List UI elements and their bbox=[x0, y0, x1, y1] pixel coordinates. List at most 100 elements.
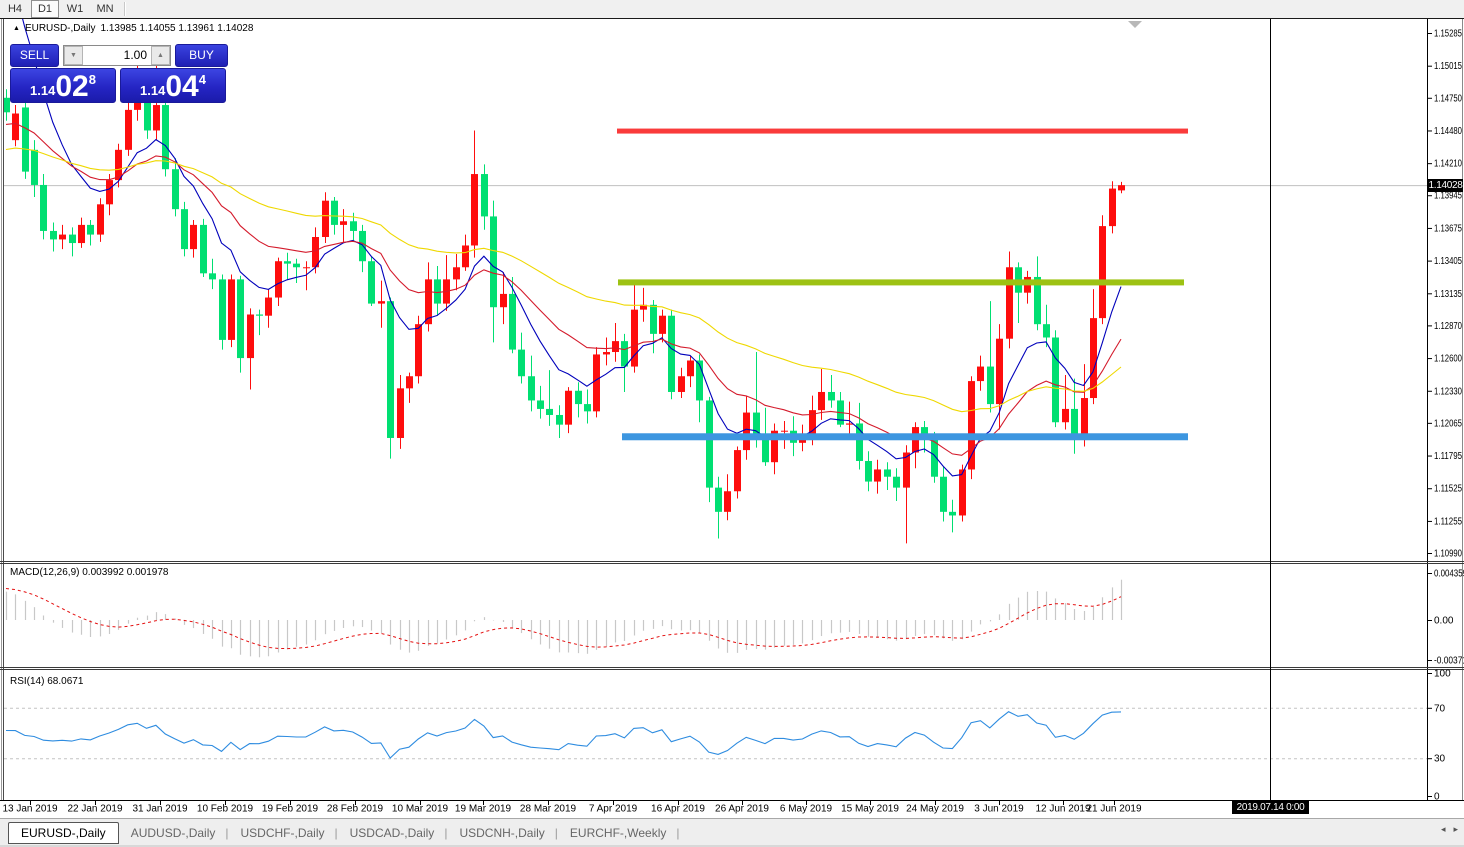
chart-tab-bar: EURUSD-,Daily AUDUSD-,Daily | USDCHF-,Da… bbox=[0, 818, 1464, 846]
svg-text:12 Jun 2019: 12 Jun 2019 bbox=[1035, 804, 1090, 815]
candle-body bbox=[528, 376, 535, 400]
candle-body bbox=[397, 388, 404, 438]
tab-separator: | bbox=[335, 826, 338, 840]
candle-body bbox=[172, 169, 179, 209]
buy-button[interactable]: BUY bbox=[175, 44, 228, 67]
candle-body bbox=[153, 105, 160, 130]
svg-text:3 Jun 2019: 3 Jun 2019 bbox=[974, 804, 1024, 815]
tab-usdchf-daily[interactable]: USDCHF-,Daily bbox=[231, 823, 335, 843]
timeframe-h4-button[interactable]: H4 bbox=[1, 0, 29, 18]
svg-text:1.12870: 1.12870 bbox=[1434, 321, 1462, 332]
candle-body bbox=[284, 261, 291, 263]
candle-body bbox=[190, 225, 197, 249]
candle-body bbox=[584, 404, 591, 411]
ask-pip-digit: 4 bbox=[199, 72, 206, 87]
ask-price-panel[interactable]: 1.14044 bbox=[120, 68, 226, 103]
bid-price-tag: 1.14028 bbox=[1428, 179, 1463, 192]
candle-body bbox=[556, 415, 563, 425]
tab-scroll-right-icon[interactable]: ▸ bbox=[1453, 824, 1458, 835]
candle-body bbox=[696, 360, 703, 400]
candle-body bbox=[181, 209, 188, 249]
candle-body bbox=[22, 107, 29, 171]
svg-text:1.14210: 1.14210 bbox=[1434, 159, 1462, 170]
candle-body bbox=[368, 261, 375, 303]
svg-text:1.15015: 1.15015 bbox=[1434, 61, 1462, 72]
tab-separator: | bbox=[555, 826, 558, 840]
candle-body bbox=[828, 392, 835, 400]
candle-body bbox=[893, 477, 900, 488]
svg-text:1.12600: 1.12600 bbox=[1434, 354, 1462, 365]
candle-body bbox=[1109, 189, 1116, 227]
volume-input[interactable] bbox=[83, 47, 151, 64]
svg-text:19 Mar 2019: 19 Mar 2019 bbox=[455, 804, 512, 815]
candle-body bbox=[1099, 226, 1106, 318]
candle-body bbox=[715, 488, 722, 512]
timeframe-d1-button[interactable]: D1 bbox=[31, 0, 59, 18]
svg-text:1.13675: 1.13675 bbox=[1434, 223, 1462, 234]
candle-body bbox=[706, 400, 713, 487]
candle-body bbox=[434, 279, 441, 303]
resistance-line[interactable] bbox=[617, 129, 1188, 134]
candle-body bbox=[949, 512, 956, 516]
svg-text:10 Feb 2019: 10 Feb 2019 bbox=[197, 804, 254, 815]
candle-body bbox=[462, 245, 469, 267]
candle-body bbox=[209, 273, 216, 279]
candle-body bbox=[884, 469, 891, 476]
candle-body bbox=[387, 301, 394, 438]
svg-text:31 Jan 2019: 31 Jan 2019 bbox=[132, 804, 187, 815]
candle-body bbox=[865, 461, 872, 482]
svg-text:0.004359: 0.004359 bbox=[1434, 569, 1464, 580]
candle-body bbox=[415, 324, 422, 376]
timeframe-w1-button[interactable]: W1 bbox=[61, 0, 89, 18]
volume-decrease-button[interactable]: ▼ bbox=[64, 46, 83, 65]
svg-text:1.14750: 1.14750 bbox=[1434, 93, 1462, 104]
candle-body bbox=[565, 391, 572, 425]
candle-body bbox=[471, 174, 478, 245]
symbol-ohlc-line: ▲ EURUSD-,Daily 1.13985 1.14055 1.13961 … bbox=[13, 23, 253, 34]
candle-body bbox=[31, 150, 38, 185]
candle-body bbox=[678, 376, 685, 392]
candle-body bbox=[200, 225, 207, 273]
volume-increase-button[interactable]: ▲ bbox=[151, 46, 170, 65]
tab-eurusd-daily[interactable]: EURUSD-,Daily bbox=[8, 822, 119, 844]
candle-body bbox=[97, 204, 104, 234]
candle-body bbox=[50, 231, 57, 239]
candle-body bbox=[247, 314, 254, 358]
candle-body bbox=[612, 341, 619, 352]
tab-eurchf-weekly[interactable]: EURCHF-,Weekly bbox=[560, 823, 676, 843]
tab-usdcad-daily[interactable]: USDCAD-,Daily bbox=[340, 823, 445, 843]
candle-body bbox=[303, 267, 310, 268]
bid-big-digits: 02 bbox=[55, 72, 88, 102]
tab-separator: | bbox=[444, 826, 447, 840]
chart-background bbox=[0, 18, 1464, 800]
sell-button[interactable]: SELL bbox=[10, 44, 59, 67]
candle-body bbox=[734, 450, 741, 491]
candle-body bbox=[762, 437, 769, 462]
bid-pip-digit: 8 bbox=[89, 72, 96, 87]
tab-scroll-left-icon[interactable]: ◂ bbox=[1441, 824, 1446, 835]
candle-body bbox=[481, 174, 488, 216]
candle-body bbox=[1062, 409, 1069, 422]
tab-usdcnh-daily[interactable]: USDCNH-,Daily bbox=[449, 823, 554, 843]
svg-text:24 May 2019: 24 May 2019 bbox=[906, 804, 964, 815]
candle-body bbox=[378, 301, 385, 303]
svg-text:1.11525: 1.11525 bbox=[1434, 484, 1462, 495]
symbol-label: EURUSD-,Daily bbox=[25, 23, 96, 34]
support-line[interactable] bbox=[622, 433, 1188, 440]
candle-body bbox=[3, 98, 10, 113]
candle-body bbox=[237, 279, 244, 358]
breakout-line[interactable] bbox=[618, 279, 1184, 285]
ask-big-digits: 04 bbox=[165, 72, 198, 102]
svg-text:10 Mar 2019: 10 Mar 2019 bbox=[392, 804, 449, 815]
candle-body bbox=[518, 350, 525, 377]
candle-body bbox=[500, 294, 507, 307]
svg-text:70: 70 bbox=[1434, 703, 1446, 714]
timeframe-mn-button[interactable]: MN bbox=[91, 0, 119, 18]
svg-text:1.12065: 1.12065 bbox=[1434, 418, 1462, 429]
rsi-indicator-label: RSI(14) 68.0671 bbox=[10, 676, 83, 687]
macd-indicator-label: MACD(12,26,9) 0.003992 0.001978 bbox=[10, 567, 168, 578]
bid-price-panel[interactable]: 1.14028 bbox=[10, 68, 116, 103]
chart-canvas[interactable]: 1.152851.150151.147501.144801.142101.139… bbox=[0, 0, 1464, 847]
tab-audusd-daily[interactable]: AUDUSD-,Daily bbox=[121, 823, 226, 843]
svg-text:1.10990: 1.10990 bbox=[1434, 549, 1462, 560]
